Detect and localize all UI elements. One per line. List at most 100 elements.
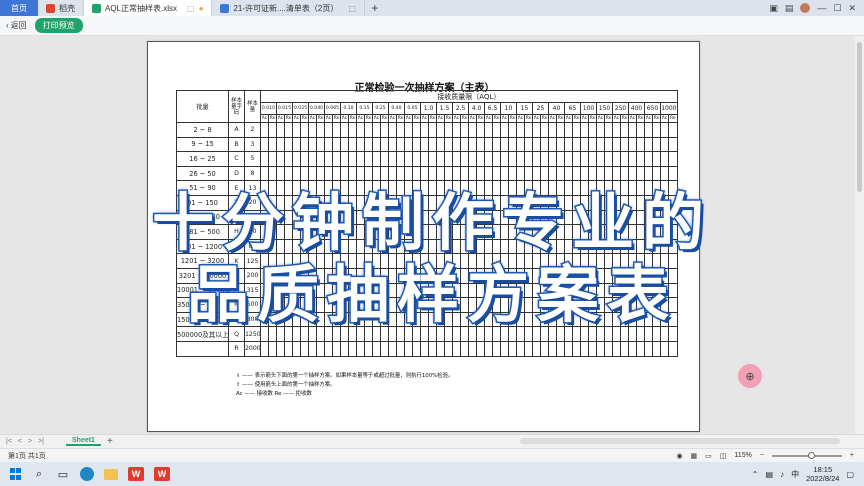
zoom-slider[interactable] <box>771 451 842 459</box>
zoom-out-icon[interactable]: − <box>760 452 764 459</box>
re-header: Re <box>332 114 341 123</box>
ac-re-cell <box>412 136 421 153</box>
scroll-thumb[interactable] <box>857 42 862 192</box>
start-icon[interactable] <box>8 467 22 481</box>
task-view-icon[interactable]: ▭ <box>56 467 70 481</box>
file-explorer-icon[interactable] <box>104 468 118 480</box>
ac-re-cell <box>332 340 341 357</box>
split-view-icon[interactable]: ◫ <box>720 452 727 460</box>
ac-re-cell <box>404 136 413 153</box>
next-sheet-icon[interactable]: > <box>28 438 32 445</box>
ac-header: Ac <box>612 114 621 123</box>
horizontal-scrollbar[interactable] <box>520 438 840 444</box>
ac-re-cell <box>500 151 509 167</box>
ac-re-cell <box>604 136 613 153</box>
zoom-in-icon[interactable]: + <box>850 452 854 459</box>
ac-re-cell <box>532 122 541 138</box>
lot-cell: 9 ~ 15 <box>176 136 229 153</box>
network-icon[interactable]: ▤ <box>766 470 774 479</box>
ac-re-cell <box>284 122 293 138</box>
eye-icon[interactable]: ◉ <box>676 452 682 460</box>
ac-re-cell <box>548 151 557 167</box>
page-view-icon[interactable]: ▭ <box>705 452 712 460</box>
wps-icon[interactable]: W <box>128 467 144 481</box>
ac-re-cell <box>516 340 525 357</box>
volume-icon[interactable]: ♪ <box>780 470 784 479</box>
status-bar: 第1页 共1页 ◉ ▦ ▭ ◫ 115% − + <box>0 448 864 462</box>
re-header: Re <box>556 114 565 123</box>
tab-label: AQL正常抽样表.xlsx <box>105 3 178 13</box>
minimize-icon[interactable]: — <box>817 3 826 13</box>
edge-icon[interactable] <box>80 467 94 481</box>
avatar[interactable] <box>800 3 811 13</box>
notes: ⇩ —— 表示箭头下面的第一个抽样方案。如果样本量等于或超过批量，则执行100%… <box>236 372 453 399</box>
zoom-slider-knob[interactable] <box>807 451 815 459</box>
re-header: Re <box>268 114 277 123</box>
aql-level-header: 0.015 <box>276 102 293 115</box>
ac-re-cell <box>564 122 573 138</box>
ac-re-cell <box>636 136 645 153</box>
tab-options-icon[interactable]: ⬚ <box>348 4 356 13</box>
wps-spreadsheet-icon[interactable]: W <box>154 467 170 481</box>
chevron-up-icon[interactable]: ⌃ <box>752 470 759 479</box>
grid-view-icon[interactable]: ▦ <box>691 452 698 460</box>
tab-daoke[interactable]: 稻壳 <box>38 0 84 16</box>
ac-re-cell <box>460 151 469 167</box>
maximize-icon[interactable]: ☐ <box>833 3 841 14</box>
print-preview-button[interactable]: 打印预览 <box>34 18 83 33</box>
ac-re-cell <box>508 340 517 357</box>
re-header: Re <box>572 114 581 123</box>
aql-level-header: 0.25 <box>372 102 389 115</box>
search-icon[interactable]: ⌕ <box>32 467 46 481</box>
re-header: Re <box>636 114 645 123</box>
tab-options-icon[interactable]: ⬚ <box>187 4 195 13</box>
ac-re-cell <box>348 340 357 357</box>
input-method-icon[interactable]: 中 <box>791 469 799 480</box>
ac-re-cell <box>420 151 429 167</box>
note-line: Ac —— 接收数 Re —— 拒收数 <box>236 391 312 397</box>
sheet-tab-sheet1[interactable]: Sheet1 <box>66 437 101 446</box>
tile-icon[interactable]: ▤ <box>785 3 794 14</box>
ac-re-cell <box>580 136 589 153</box>
tab-home[interactable]: 首页 <box>0 0 38 16</box>
layout-icon[interactable]: ▣ <box>769 3 778 14</box>
ac-re-cell <box>420 136 429 153</box>
ac-re-cell <box>468 151 477 167</box>
tab-aql-workbook[interactable]: AQL正常抽样表.xlsx ⬚ ● <box>84 0 213 16</box>
aql-level-header: 65 <box>564 102 581 115</box>
notification-icon[interactable]: ▢ <box>846 470 854 479</box>
ac-re-cell <box>340 136 349 153</box>
lot-cell: 16 ~ 25 <box>176 151 229 167</box>
status-right: ◉ ▦ ▭ ◫ 115% − + <box>676 451 864 460</box>
back-button[interactable]: ‹ 返回 <box>6 20 27 31</box>
ac-re-cell <box>556 136 565 153</box>
new-tab-button[interactable]: + <box>365 0 385 16</box>
ac-re-cell <box>460 136 469 153</box>
ac-re-cell <box>564 151 573 167</box>
prev-sheet-icon[interactable]: < <box>18 438 22 445</box>
ac-re-cell <box>444 136 453 153</box>
last-sheet-icon[interactable]: >| <box>38 438 44 445</box>
ac-re-cell <box>652 136 661 153</box>
zoom-level[interactable]: 115% <box>734 452 751 459</box>
ac-re-cell <box>396 122 405 138</box>
daoke-icon <box>46 3 55 13</box>
tab-license-list[interactable]: 21-许可证新....清单表（2页） ⬚ <box>212 0 365 16</box>
re-header: Re <box>476 114 485 123</box>
ac-re-cell <box>436 151 445 167</box>
clock[interactable]: 18:15 2022/8/24 <box>806 465 839 483</box>
ac-re-cell <box>628 151 637 167</box>
aql-level-header: 40 <box>548 102 565 115</box>
ac-re-cell <box>580 122 589 138</box>
add-sheet-button[interactable]: + <box>107 436 113 447</box>
ac-header: Ac <box>548 114 557 123</box>
close-icon[interactable]: ✕ <box>848 3 856 14</box>
ac-re-cell <box>348 136 357 153</box>
aql-level-header: 0.10 <box>340 102 357 115</box>
ac-re-cell <box>300 122 309 138</box>
ac-re-cell <box>388 136 397 153</box>
note-line: ⇧ —— 使用箭头上面的第一个抽样方案。 <box>236 382 336 388</box>
first-sheet-icon[interactable]: |< <box>6 438 12 445</box>
zoom-magnifier-button[interactable]: ⊕ <box>738 364 762 388</box>
sample-size-cell: 5 <box>244 151 261 167</box>
